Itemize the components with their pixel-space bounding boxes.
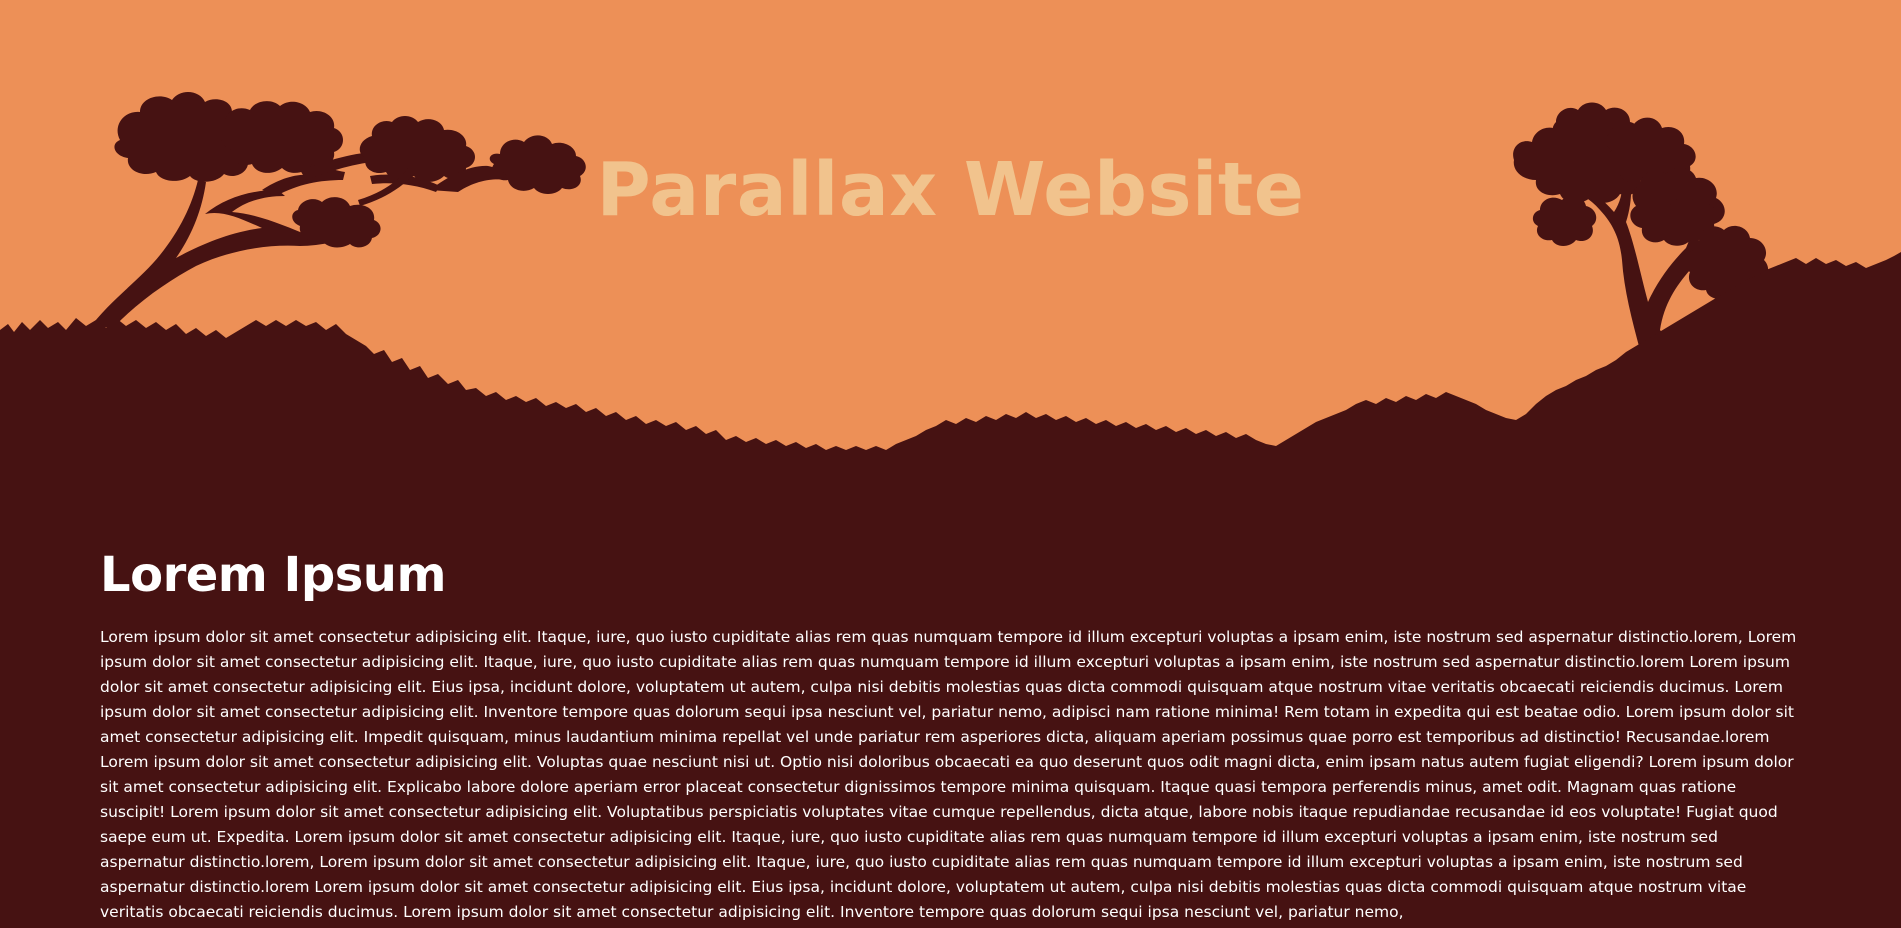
hero-scene <box>0 0 1901 500</box>
hero-title: Parallax Website <box>596 147 1305 233</box>
hero-section: Parallax Website <box>0 0 1901 500</box>
section-body-text: Lorem ipsum dolor sit amet consectetur a… <box>100 628 1797 922</box>
section-heading: Lorem Ipsum <box>100 547 447 603</box>
content-section: Lorem Ipsum Lorem ipsum dolor sit amet c… <box>100 547 1800 925</box>
